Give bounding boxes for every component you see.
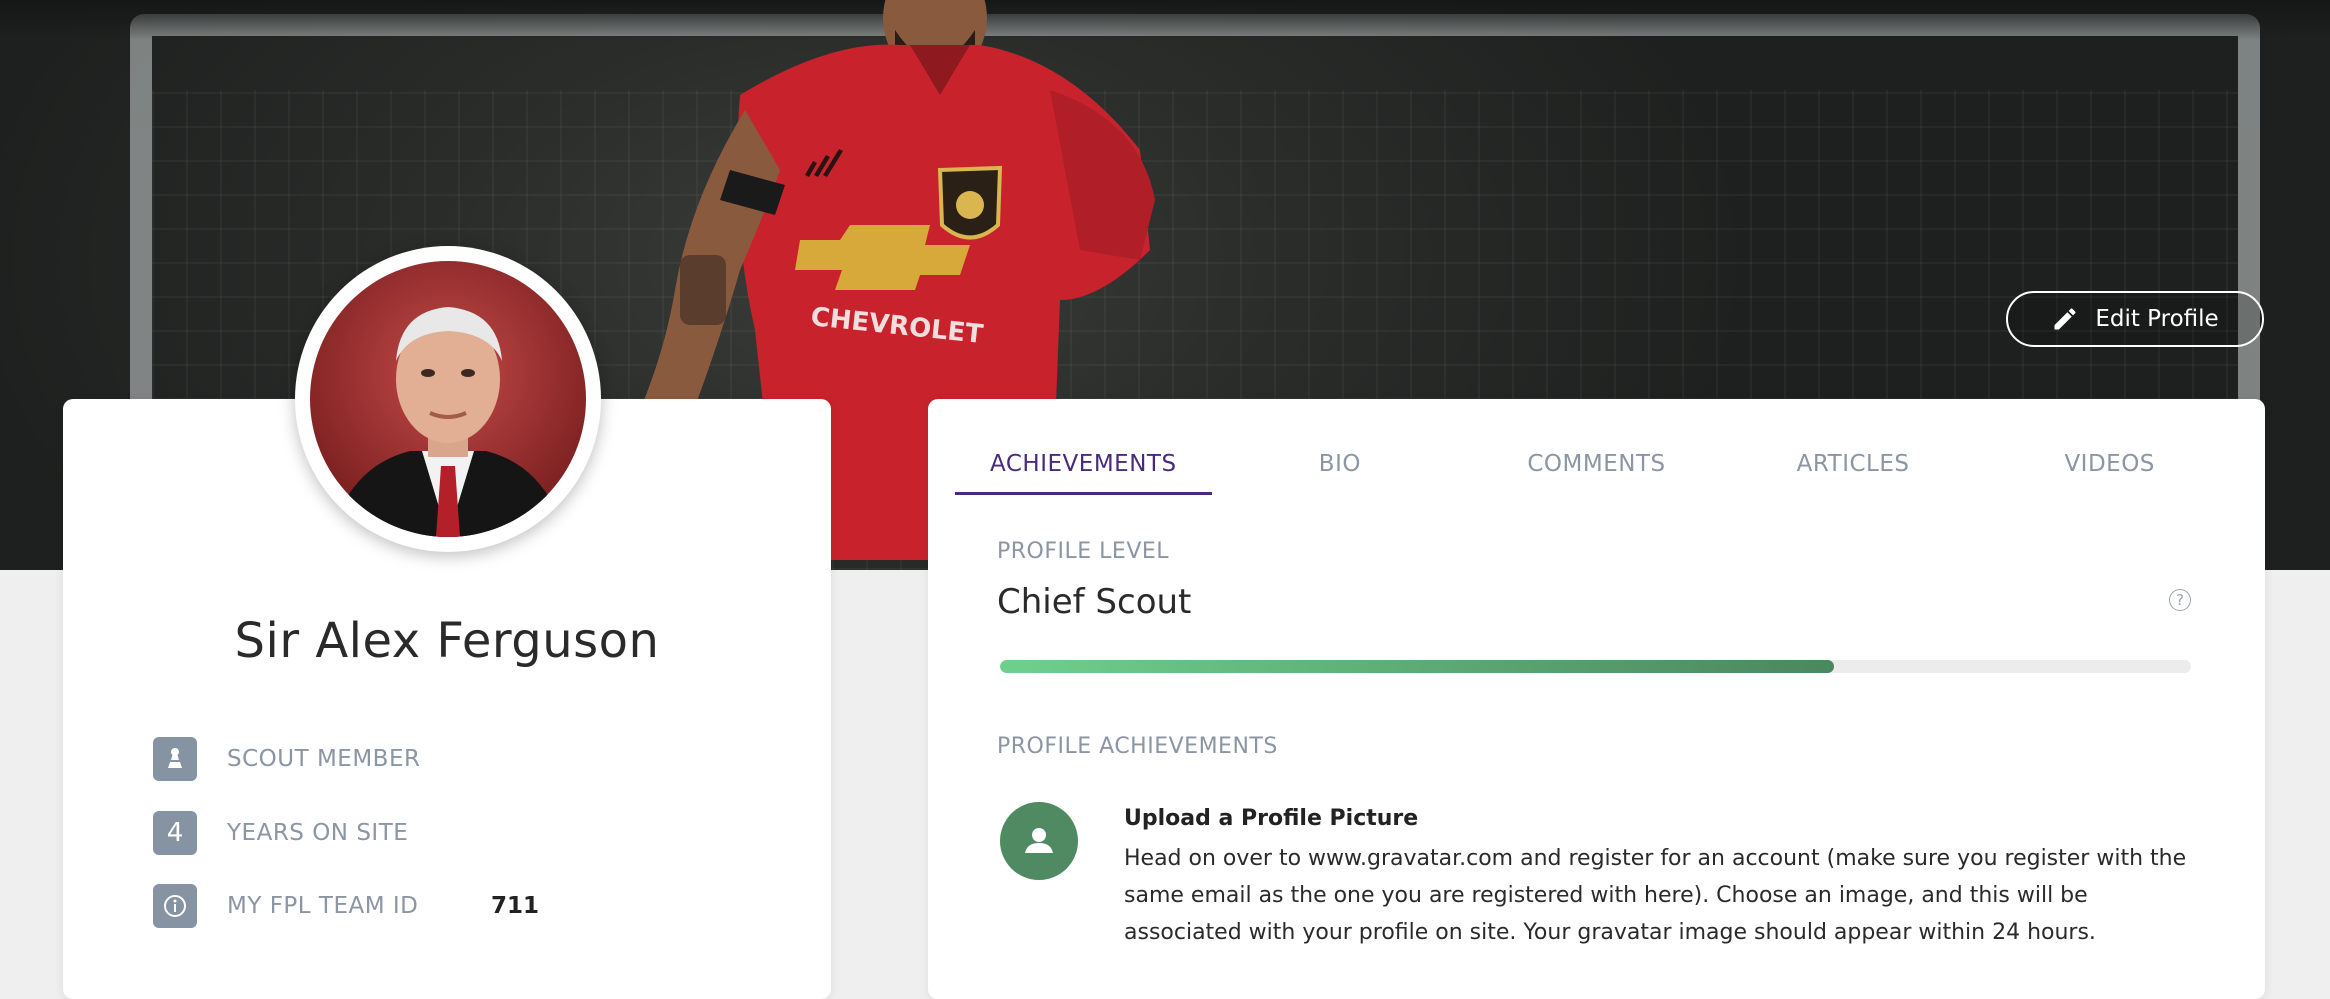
info-label: SCOUT MEMBER xyxy=(227,746,421,772)
avatar-image xyxy=(310,261,586,537)
profile-details-card: ACHIEVEMENTS BIO COMMENTS ARTICLES VIDEO… xyxy=(928,399,2265,999)
tab-articles[interactable]: ARTICLES xyxy=(1725,439,1982,495)
pencil-icon xyxy=(2054,308,2076,330)
tab-achievements[interactable]: ACHIEVEMENTS xyxy=(955,439,1212,495)
achievement-description: Head on over to www.gravatar.com and reg… xyxy=(1124,846,2187,945)
help-icon[interactable]: ? xyxy=(2169,589,2191,611)
profile-achievements-heading: PROFILE ACHIEVEMENTS xyxy=(997,734,1278,759)
info-row-scout-member: SCOUT MEMBER xyxy=(153,737,420,781)
achievement-title: Upload a Profile Picture xyxy=(1124,806,1419,831)
tab-comments[interactable]: COMMENTS xyxy=(1468,439,1725,495)
info-row-years-on-site: 4 YEARS ON SITE xyxy=(153,811,408,855)
avatar[interactable] xyxy=(295,246,601,552)
progress-fill xyxy=(1000,660,1834,673)
profile-level-value: Chief Scout xyxy=(997,582,1192,622)
chess-pawn-icon xyxy=(153,737,197,781)
profile-tabs: ACHIEVEMENTS BIO COMMENTS ARTICLES VIDEO… xyxy=(955,439,2238,495)
edit-profile-label: Edit Profile xyxy=(2095,306,2219,332)
tab-videos[interactable]: VIDEOS xyxy=(1981,439,2238,495)
profile-level-progress xyxy=(1000,660,2191,673)
edit-profile-button[interactable]: Edit Profile xyxy=(2006,291,2264,347)
info-row-fpl-team-id: MY FPL TEAM ID 711 xyxy=(153,884,753,928)
info-icon xyxy=(153,884,197,928)
years-badge: 4 xyxy=(153,811,197,855)
profile-name: Sir Alex Ferguson xyxy=(234,613,660,669)
info-label: YEARS ON SITE xyxy=(227,820,409,846)
fpl-team-id-value: 711 xyxy=(491,893,540,919)
user-icon xyxy=(1000,802,1078,880)
info-label: MY FPL TEAM ID xyxy=(227,893,419,919)
tab-bio[interactable]: BIO xyxy=(1212,439,1469,495)
profile-level-heading: PROFILE LEVEL xyxy=(997,539,1170,564)
